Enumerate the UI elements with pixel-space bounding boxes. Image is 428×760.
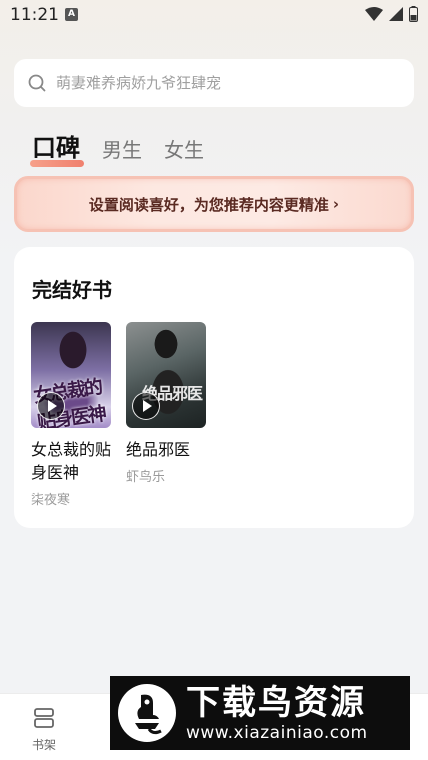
play-icon[interactable] [132,392,160,420]
category-tabs: 口碑 男生 女生 [30,128,204,167]
chevron-right-icon: › [332,195,340,213]
status-bar: 11:21 A [0,0,428,30]
watermark-url: www.xiazainiao.com [186,723,368,743]
status-icons [365,6,418,22]
play-icon[interactable] [37,392,65,420]
status-time: 11:21 [10,5,59,25]
book-author: 虾鸟乐 [126,470,166,485]
nav-label: 书架 [31,738,56,752]
battery-icon [409,6,418,22]
bookshelf-icon [34,708,54,728]
book-cover: 女总裁的贴身医神 [31,322,111,428]
wifi-icon [365,7,383,21]
tab-reputation[interactable]: 口碑 [30,128,84,167]
tab-label: 男生 [102,138,142,162]
notification-icon: A [65,8,78,21]
watermark-text: 下载鸟资源 www.xiazainiao.com [186,683,368,743]
nav-item-bookshelf[interactable]: 书架 [24,706,64,753]
tab-male[interactable]: 男生 [102,134,142,163]
book-author: 柒夜寒 [31,493,71,508]
tab-label: 女生 [164,138,204,162]
tab-female[interactable]: 女生 [164,134,204,163]
section-title: 完结好书 [32,278,112,302]
bird-logo-icon [118,684,176,742]
book-card[interactable]: 绝品邪医 绝品邪医 虾鸟乐 [126,322,208,485]
watermark: 下载鸟资源 www.xiazainiao.com [110,676,410,750]
signal-icon [389,7,403,21]
tab-label: 口碑 [32,134,80,162]
search-bar[interactable] [14,59,414,107]
search-input[interactable] [56,74,376,92]
reading-preference-banner[interactable]: 设置阅读喜好，为您推荐内容更精准 › [14,176,414,232]
search-icon [28,74,46,92]
book-title: 女总裁的贴身医神 [31,440,112,482]
book-card[interactable]: 女总裁的贴身医神 女总裁的贴身医神 柒夜寒 [31,322,113,508]
banner-label: 设置阅读喜好，为您推荐内容更精准 [88,195,329,214]
completed-books-section: 完结好书 女总裁的贴身医神 女总裁的贴身医神 柒夜寒 绝品邪医 绝品邪医 虾鸟乐 [14,247,414,528]
book-cover: 绝品邪医 [126,322,206,428]
book-title: 绝品邪医 [126,440,191,459]
watermark-title: 下载鸟资源 [186,683,366,723]
